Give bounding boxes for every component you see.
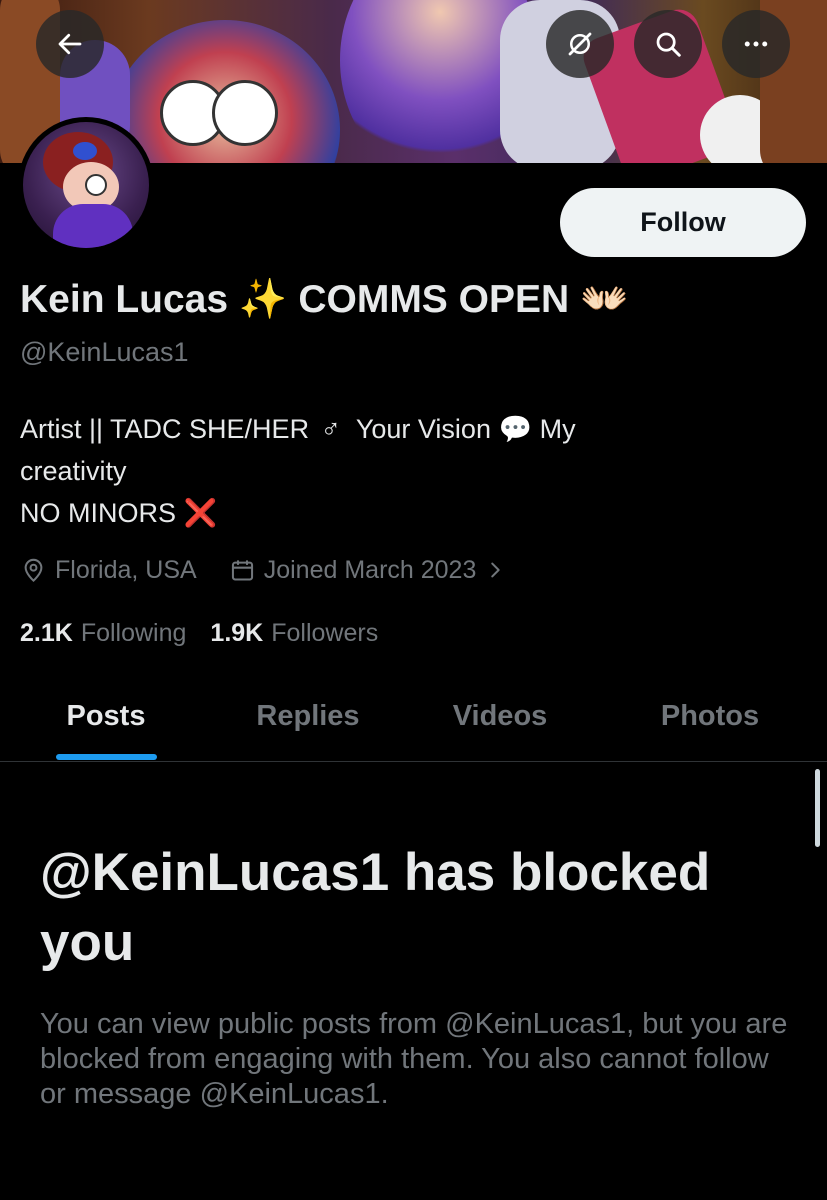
joined-text: Joined March 2023 bbox=[263, 555, 477, 584]
avatar-image bbox=[23, 122, 149, 248]
joined-date[interactable]: Joined March 2023 bbox=[229, 556, 515, 585]
tab-replies[interactable]: Replies bbox=[234, 672, 382, 761]
following-label: Following bbox=[80, 618, 187, 647]
following-count: 2.1K bbox=[20, 618, 73, 647]
speech-bubble-emoji: 💬 bbox=[498, 414, 533, 444]
blocked-title: @KeinLucas1 has blocked you bbox=[40, 843, 711, 972]
bio: Artist || TADC SHE/HER ♂ Your Vision 💬 M… bbox=[20, 408, 810, 534]
scrollbar[interactable] bbox=[815, 769, 820, 847]
grok-button[interactable] bbox=[546, 10, 614, 78]
more-button[interactable] bbox=[722, 10, 790, 78]
search-button[interactable] bbox=[634, 10, 702, 78]
male-sign-icon: ♂ bbox=[320, 414, 341, 444]
more-icon bbox=[744, 41, 768, 47]
banner-art bbox=[212, 80, 278, 146]
back-arrow-icon bbox=[58, 33, 82, 55]
bio-text: My bbox=[539, 414, 576, 444]
followers-count: 1.9K bbox=[210, 618, 264, 647]
following-link[interactable]: 2.1K Following bbox=[20, 619, 186, 648]
calendar-icon bbox=[231, 559, 253, 581]
avatar[interactable] bbox=[18, 117, 154, 253]
open-hands-emoji: 👐🏻 bbox=[580, 278, 629, 321]
tab-videos[interactable]: Videos bbox=[430, 672, 570, 761]
bio-text: creativity bbox=[20, 456, 127, 486]
profile-stats: 2.1K Following 1.9K Followers bbox=[20, 615, 402, 651]
location: Florida, USA bbox=[20, 556, 197, 585]
bio-text: Artist || TADC SHE/HER bbox=[20, 414, 310, 444]
location-text: Florida, USA bbox=[55, 555, 197, 584]
display-name-suffix: COMMS OPEN bbox=[298, 278, 570, 321]
followers-link[interactable]: 1.9K Followers bbox=[210, 619, 378, 648]
search-icon bbox=[656, 32, 681, 57]
bio-text: Your Vision bbox=[355, 414, 491, 444]
follow-button[interactable]: Follow bbox=[560, 188, 806, 257]
cross-mark-emoji: ❌ bbox=[183, 498, 218, 528]
location-pin-icon bbox=[24, 558, 43, 582]
back-button[interactable] bbox=[36, 10, 104, 78]
sparkles-emoji: ✨ bbox=[238, 278, 288, 321]
grok-icon bbox=[568, 32, 592, 56]
profile-meta: Florida, USA Joined March 2023 bbox=[20, 551, 546, 589]
tab-posts[interactable]: Posts bbox=[36, 672, 176, 761]
tab-photos[interactable]: Photos bbox=[640, 672, 780, 761]
followers-label: Followers bbox=[271, 618, 379, 647]
chevron-right-icon bbox=[491, 562, 501, 578]
blocked-message: You can view public posts from @KeinLuca… bbox=[40, 1008, 788, 1110]
display-name-text: Kein Lucas bbox=[20, 278, 229, 321]
active-tab-indicator bbox=[56, 754, 157, 760]
profile-tabs: Posts Replies Videos Photos bbox=[0, 672, 827, 762]
display-name: Kein Lucas ✨ COMMS OPEN 👐🏻 bbox=[20, 276, 629, 322]
bio-text: NO MINORS bbox=[20, 498, 177, 528]
handle: @KeinLucas1 bbox=[20, 337, 189, 367]
